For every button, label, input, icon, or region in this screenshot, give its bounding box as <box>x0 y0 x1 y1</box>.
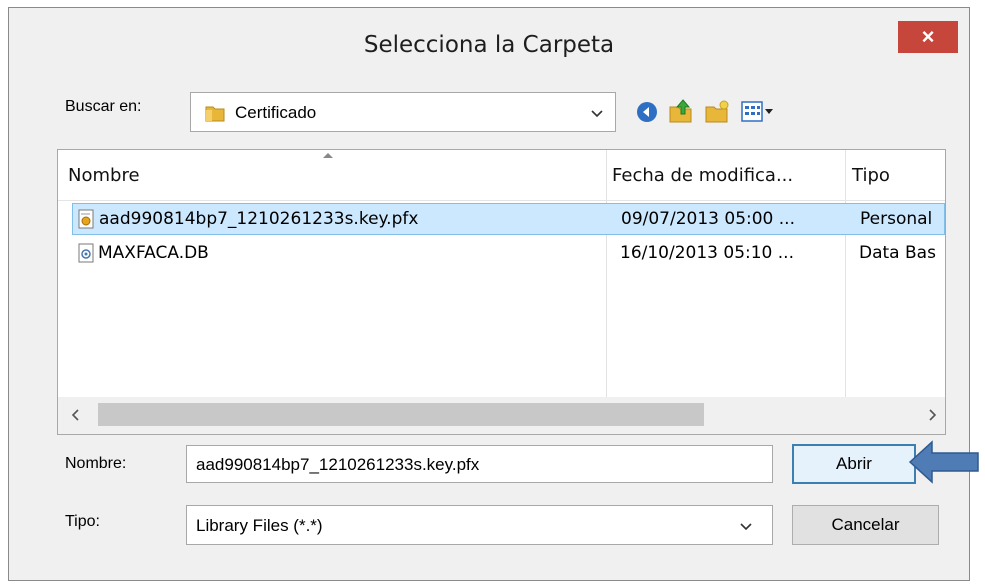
file-row[interactable]: aad990814bp7_1210261233s.key.pfx 09/07/2… <box>72 203 945 235</box>
file-row[interactable]: MAXFACA.DB 16/10/2013 05:10 ... Data Bas <box>72 238 945 270</box>
column-header-name[interactable]: Nombre <box>68 165 140 186</box>
close-icon: × <box>921 24 935 49</box>
filename-label: Nombre: <box>65 455 127 472</box>
file-name: aad990814bp7_1210261233s.key.pfx <box>99 209 419 229</box>
file-list[interactable]: Nombre Fecha de modifica... Tipo aad9908… <box>57 149 946 435</box>
view-menu-icon[interactable] <box>741 101 775 123</box>
dialog-title: Selecciona la Carpeta <box>363 32 615 58</box>
column-separator[interactable] <box>606 150 607 397</box>
new-folder-icon[interactable] <box>704 99 730 125</box>
cancel-button[interactable]: Cancelar <box>792 505 939 545</box>
certificate-file-icon <box>78 209 94 229</box>
folder-icon <box>205 106 225 122</box>
horizontal-scrollbar[interactable] <box>58 397 945 434</box>
sort-ascending-icon <box>323 153 333 158</box>
scrollbar-thumb[interactable] <box>98 403 704 426</box>
file-date: 09/07/2013 05:00 ... <box>621 209 795 229</box>
file-name: MAXFACA.DB <box>98 243 209 263</box>
title-bar: Selecciona la Carpeta × <box>9 8 969 86</box>
filetype-value: Library Files (*.*) <box>196 516 323 535</box>
database-file-icon <box>78 243 94 263</box>
filetype-label: Tipo: <box>65 513 100 530</box>
filetype-combo[interactable]: Library Files (*.*) <box>186 505 773 545</box>
lookin-value: Certificado <box>235 103 317 122</box>
column-header-type[interactable]: Tipo <box>852 165 890 186</box>
lookin-label: Buscar en: <box>65 98 142 115</box>
close-button[interactable]: × <box>898 21 958 53</box>
column-separator[interactable] <box>845 150 846 397</box>
chevron-down-icon <box>591 110 603 118</box>
up-folder-icon[interactable] <box>668 98 694 124</box>
file-type: Data Bas <box>859 243 936 263</box>
file-date: 16/10/2013 05:10 ... <box>620 243 794 263</box>
scroll-right-icon[interactable] <box>926 409 938 421</box>
scroll-left-icon[interactable] <box>70 409 82 421</box>
file-type: Personal <box>860 209 933 229</box>
lookin-combo[interactable]: Certificado <box>190 92 616 132</box>
back-icon[interactable] <box>636 101 658 123</box>
file-dialog: Selecciona la Carpeta × Buscar en: Certi… <box>8 7 970 581</box>
column-header-date[interactable]: Fecha de modifica... <box>612 165 793 186</box>
chevron-down-icon <box>740 523 752 531</box>
list-header: Nombre Fecha de modifica... Tipo <box>58 150 945 201</box>
filename-input[interactable]: aad990814bp7_1210261233s.key.pfx <box>186 445 773 483</box>
open-button[interactable]: Abrir <box>792 444 916 484</box>
filename-value: aad990814bp7_1210261233s.key.pfx <box>196 455 480 474</box>
arrow-annotation-icon <box>908 440 979 484</box>
